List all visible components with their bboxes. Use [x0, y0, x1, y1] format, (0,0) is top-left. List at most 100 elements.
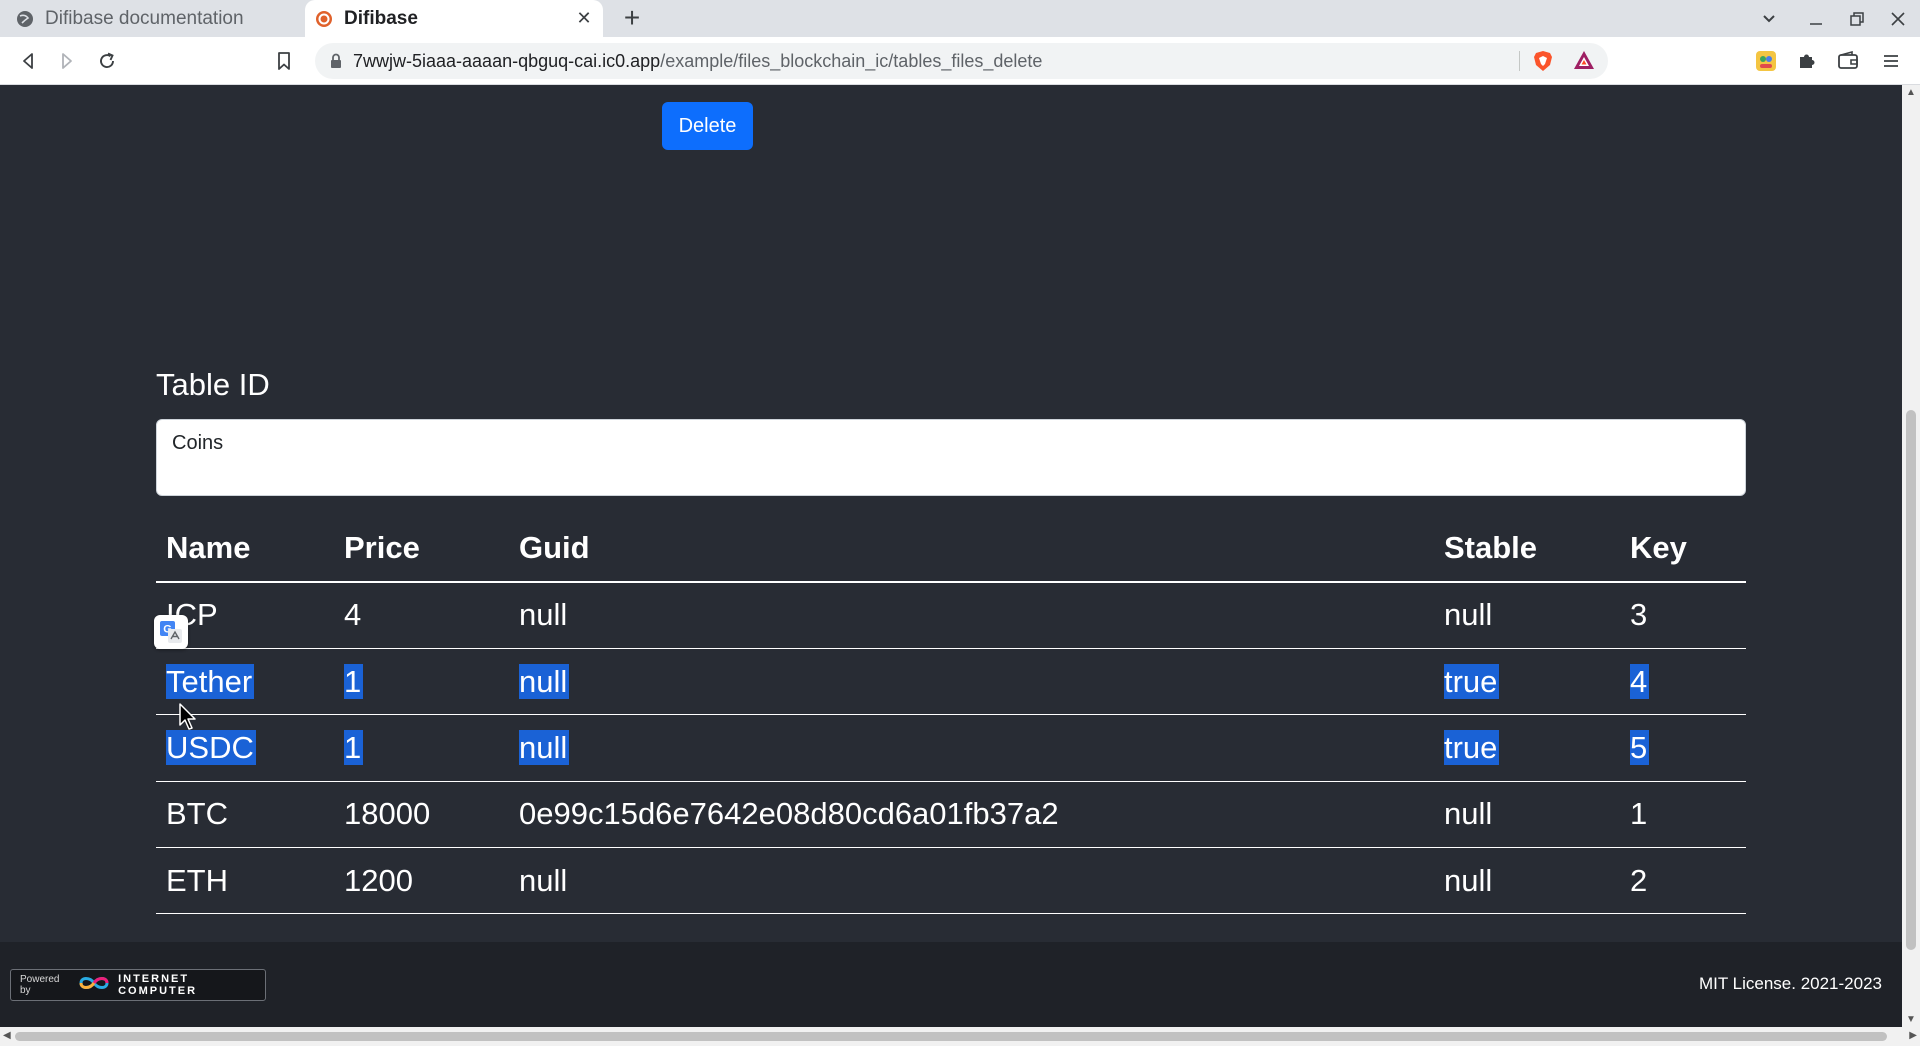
tab-search-chevron-icon[interactable]	[1749, 0, 1789, 37]
vertical-scroll-thumb[interactable]	[1906, 410, 1916, 950]
cell-guid: null	[509, 648, 1434, 716]
cell-price: 18000	[334, 781, 509, 849]
url-text: 7wwjw-5iaaa-aaaan-qbguq-cai.ic0.app/exam…	[353, 43, 1042, 79]
coins-table: Name Price Guid Stable Key ICP 4 null nu…	[156, 514, 1746, 915]
cell-text: null	[1444, 597, 1493, 633]
page-content: Delete Table ID Coins Name Price Guid St…	[0, 85, 1902, 942]
cell-text: 5	[1630, 729, 1650, 765]
scroll-left-icon[interactable]: ◀	[3, 1030, 11, 1041]
cell-key: 2	[1620, 847, 1746, 915]
cell-text: 1	[1630, 796, 1648, 832]
cell-guid: 0e99c15d6e7642e08d80cd6a01fb37a2	[509, 781, 1434, 849]
table-header-row: Name Price Guid Stable Key	[156, 514, 1746, 583]
cell-text: ETH	[166, 862, 228, 898]
extension-icon[interactable]	[1752, 47, 1780, 75]
url-host: 7wwjw-5iaaa-aaaan-qbguq-cai.ic0.app	[353, 51, 661, 71]
cell-text: Tether	[166, 663, 255, 699]
cell-text: 18000	[344, 796, 431, 832]
cell-stable: null	[1434, 781, 1620, 849]
powered-by-text: Powered by	[20, 974, 60, 996]
cell-text: null	[519, 862, 568, 898]
table-id-input[interactable]: Coins	[156, 419, 1746, 496]
close-window-icon[interactable]	[1878, 0, 1918, 37]
infinity-logo-icon	[78, 975, 110, 996]
cell-stable: null	[1434, 582, 1620, 649]
table-row[interactable]: ICP 4 null null 3	[156, 582, 1746, 649]
table-row[interactable]: Tether 1 null true 4	[156, 648, 1746, 716]
cell-text: null	[519, 663, 570, 699]
cell-stable: true	[1434, 714, 1620, 782]
page-footer: Powered by INTERNET COMPUTER MIT License…	[0, 942, 1902, 1027]
cell-price: 1	[334, 648, 509, 716]
tab-title: Difibase documentation	[45, 7, 244, 29]
cell-key: 3	[1620, 582, 1746, 649]
cell-price: 1200	[334, 847, 509, 915]
difibase-favicon-icon	[315, 10, 333, 28]
column-header-guid[interactable]: Guid	[509, 514, 1434, 583]
tab-title: Difibase	[344, 7, 418, 29]
new-tab-button[interactable]: +	[617, 3, 647, 33]
column-header-price[interactable]: Price	[334, 514, 509, 583]
scroll-up-icon[interactable]: ▲	[1906, 87, 1916, 98]
cell-text: BTC	[166, 796, 228, 832]
tab-strip: Difibase documentation Difibase ✕ +	[0, 0, 1920, 37]
reload-icon[interactable]	[93, 47, 121, 75]
cell-guid: null	[509, 714, 1434, 782]
cell-text: 1200	[344, 862, 413, 898]
internet-computer-text: INTERNET COMPUTER	[118, 973, 198, 997]
cell-guid: null	[509, 847, 1434, 915]
cell-text: 0e99c15d6e7642e08d80cd6a01fb37a2	[519, 796, 1059, 832]
cell-price: 1	[334, 714, 509, 782]
close-tab-icon[interactable]: ✕	[573, 7, 595, 29]
divider	[1519, 51, 1520, 71]
column-header-stable[interactable]: Stable	[1434, 514, 1620, 583]
menu-icon[interactable]	[1877, 47, 1905, 75]
bookmark-icon[interactable]	[270, 47, 298, 75]
tab-difibase-documentation[interactable]: Difibase documentation	[0, 0, 304, 37]
cell-stable: null	[1434, 847, 1620, 915]
back-icon[interactable]	[14, 47, 42, 75]
browser-toolbar: 7wwjw-5iaaa-aaaan-qbguq-cai.ic0.app/exam…	[0, 37, 1920, 85]
powered-by-ic-badge[interactable]: Powered by INTERNET COMPUTER	[10, 969, 266, 1001]
minimize-icon[interactable]	[1796, 0, 1836, 37]
url-path: /example/files_blockchain_ic/tables_file…	[660, 51, 1043, 71]
cell-text: true	[1444, 663, 1500, 699]
globe-icon	[16, 10, 34, 28]
cell-text: 1	[344, 663, 364, 699]
lock-icon[interactable]	[330, 53, 342, 74]
cell-guid: null	[509, 582, 1434, 649]
cell-price: 4	[334, 582, 509, 649]
forward-icon[interactable]	[53, 47, 81, 75]
cell-text: null	[1444, 862, 1493, 898]
restore-icon[interactable]	[1837, 0, 1877, 37]
horizontal-scrollbar[interactable]: ◀ ▶	[0, 1027, 1920, 1046]
cell-stable: true	[1434, 648, 1620, 716]
google-translate-icon[interactable]: G	[154, 615, 188, 649]
cell-key: 4	[1620, 648, 1746, 716]
cell-key: 5	[1620, 714, 1746, 782]
vertical-scrollbar[interactable]: ▲ ▼	[1902, 85, 1920, 1027]
scroll-right-icon[interactable]: ▶	[1909, 1030, 1917, 1041]
brave-rewards-icon[interactable]	[1573, 50, 1595, 75]
cell-text: null	[519, 597, 568, 633]
column-header-name[interactable]: Name	[156, 514, 334, 583]
table-row[interactable]: BTC 18000 0e99c15d6e7642e08d80cd6a01fb37…	[156, 781, 1746, 849]
horizontal-scroll-thumb[interactable]	[15, 1032, 1887, 1041]
brave-shields-icon[interactable]	[1533, 50, 1553, 77]
extensions-puzzle-icon[interactable]	[1793, 47, 1821, 75]
cell-text: 4	[1630, 663, 1650, 699]
tab-difibase[interactable]: Difibase ✕	[305, 0, 603, 37]
delete-button[interactable]: Delete	[662, 102, 753, 150]
column-header-key[interactable]: Key	[1620, 514, 1746, 583]
cell-text: null	[1444, 796, 1493, 832]
address-bar[interactable]: 7wwjw-5iaaa-aaaan-qbguq-cai.ic0.app/exam…	[315, 43, 1608, 79]
scroll-down-icon[interactable]: ▼	[1906, 1014, 1916, 1025]
table-row[interactable]: USDC 1 null true 5	[156, 714, 1746, 782]
cell-text: null	[519, 729, 570, 765]
table-id-label: Table ID	[156, 367, 270, 402]
cell-key: 1	[1620, 781, 1746, 849]
cell-text: 3	[1630, 597, 1648, 633]
license-text: MIT License. 2021-2023	[1698, 974, 1882, 993]
wallet-icon[interactable]	[1834, 47, 1862, 75]
table-row[interactable]: ETH 1200 null null 2	[156, 847, 1746, 915]
